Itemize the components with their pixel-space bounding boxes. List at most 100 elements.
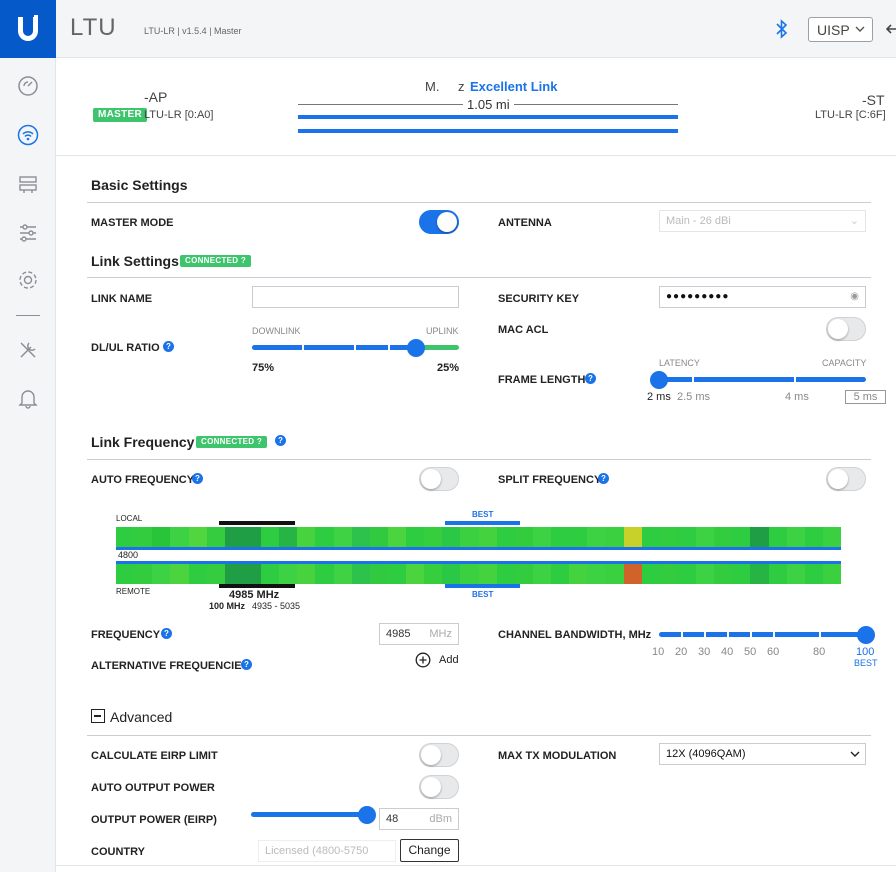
frame-option-5ms[interactable]: 5 ms xyxy=(845,390,886,404)
sliders-icon[interactable] xyxy=(14,219,42,247)
help-icon[interactable]: ? xyxy=(275,435,286,446)
channel-bandwidth-label: CHANNEL BANDWIDTH, MHz xyxy=(498,629,652,641)
network-icon[interactable] xyxy=(14,170,42,198)
mac-acl-toggle[interactable] xyxy=(826,317,866,341)
max-tx-modulation-select[interactable]: 12X (4096QAM) xyxy=(659,743,866,765)
sidebar-divider xyxy=(16,315,40,316)
spectrum-segment xyxy=(714,564,733,584)
link-name-input[interactable] xyxy=(252,286,459,308)
help-icon[interactable]: ? xyxy=(585,373,596,384)
logout-icon[interactable] xyxy=(884,20,896,43)
antenna-select[interactable]: Main - 26 dBi ⌄ xyxy=(659,210,866,232)
spectrum-segment xyxy=(116,527,135,547)
advanced-title[interactable]: Advanced xyxy=(110,709,172,725)
spectrum-segment xyxy=(587,527,606,547)
slider-thumb[interactable] xyxy=(857,626,875,644)
uisp-label: UISP xyxy=(817,22,850,38)
help-icon[interactable]: ? xyxy=(192,473,203,484)
auto-frequency-toggle[interactable] xyxy=(419,467,459,491)
axis-start-label: 4800 xyxy=(118,550,139,560)
change-country-button[interactable]: Change xyxy=(400,839,459,862)
bluetooth-icon[interactable] xyxy=(775,18,789,45)
spectrum-segment xyxy=(641,564,660,584)
dlul-ratio-slider[interactable] xyxy=(252,339,459,357)
mac-acl-label: MAC ACL xyxy=(498,324,549,336)
slider-thumb[interactable] xyxy=(650,371,668,389)
help-icon[interactable]: ? xyxy=(241,659,252,670)
dlul-ratio-label: DL/UL RATIO xyxy=(91,342,160,354)
slider-thumb[interactable] xyxy=(407,339,425,357)
spectrum-segment xyxy=(641,527,660,547)
tools-icon[interactable] xyxy=(14,336,42,364)
best-label-remote: BEST xyxy=(472,590,494,599)
spectrum-segment xyxy=(333,564,352,584)
bw-option[interactable]: 50 xyxy=(744,646,756,658)
frequency-range: 4935 - 5035 xyxy=(252,601,301,611)
slider-thumb[interactable] xyxy=(358,806,376,824)
divider xyxy=(87,202,871,203)
local-spectrum-bar[interactable] xyxy=(116,527,841,547)
spectrum-segment xyxy=(152,564,171,584)
gear-icon[interactable] xyxy=(14,266,42,294)
output-power-slider[interactable] xyxy=(251,806,377,824)
spectrum-segment xyxy=(242,564,261,584)
remote-spectrum-bar[interactable] xyxy=(116,564,841,584)
collapse-icon[interactable] xyxy=(91,709,105,723)
bw-option[interactable]: 60 xyxy=(767,646,779,658)
bw-option[interactable]: 40 xyxy=(721,646,733,658)
country-label: COUNTRY xyxy=(91,846,145,858)
auto-output-power-label: AUTO OUTPUT POWER xyxy=(91,782,215,794)
country-select: Licensed (4800-5750 xyxy=(258,840,396,862)
ubiquiti-logo[interactable] xyxy=(0,0,56,58)
app-name: LTU xyxy=(70,14,117,41)
spectrum-segment xyxy=(170,564,189,584)
bw-option[interactable]: 20 xyxy=(675,646,687,658)
add-frequency-button[interactable]: Add xyxy=(415,652,460,670)
remote-device-name: -ST xyxy=(862,92,885,108)
spectrum-segment xyxy=(696,527,715,547)
spectrum-segment xyxy=(442,564,461,584)
remote-device-model: LTU-LR [C:6F] xyxy=(815,109,886,121)
spectrum-segment xyxy=(242,527,261,547)
uisp-dropdown[interactable]: UISP xyxy=(808,17,873,42)
help-icon[interactable]: ? xyxy=(598,473,609,484)
bw-option[interactable]: 30 xyxy=(698,646,710,658)
slider-track xyxy=(251,812,371,817)
spectrum-segment xyxy=(623,564,642,584)
link-status: Excellent Link xyxy=(470,79,558,94)
spectrum-segment xyxy=(369,564,388,584)
wireless-icon[interactable] xyxy=(14,121,42,149)
spectrum-segment xyxy=(188,527,207,547)
eirp-limit-toggle[interactable] xyxy=(419,743,459,767)
frequency-input[interactable]: 4985 MHz xyxy=(379,623,459,645)
connected-badge: CONNECTED ? xyxy=(180,255,252,267)
master-mode-toggle[interactable] xyxy=(419,210,459,234)
eye-icon[interactable]: ◉ xyxy=(850,287,860,307)
help-icon[interactable]: ? xyxy=(161,628,172,639)
frame-option-2-5ms[interactable]: 2.5 ms xyxy=(677,391,710,403)
bw-option[interactable]: 10 xyxy=(652,646,664,658)
frame-length-slider[interactable] xyxy=(650,371,866,389)
frame-length-label: FRAME LENGTH xyxy=(498,374,586,386)
best-marker-local xyxy=(445,521,520,525)
spectrum-segment xyxy=(406,564,425,584)
link-status-suffix: z xyxy=(458,79,465,94)
version-info: LTU-LR | v1.5.4 | Master xyxy=(144,26,242,36)
bw-best-label: BEST xyxy=(854,658,878,668)
auto-output-power-toggle[interactable] xyxy=(419,775,459,799)
help-icon[interactable]: ? xyxy=(163,341,174,352)
bell-icon[interactable] xyxy=(14,384,42,412)
bw-option[interactable]: 80 xyxy=(813,646,825,658)
bw-option-selected[interactable]: 100 xyxy=(856,646,874,658)
auto-frequency-label: AUTO FREQUENCY xyxy=(91,474,195,486)
channel-bandwidth-slider[interactable] xyxy=(657,626,876,644)
security-key-input[interactable]: ●●●●●●●●● ◉ xyxy=(659,286,866,308)
channel-marker-remote xyxy=(219,584,295,588)
channel-marker-local xyxy=(219,521,295,525)
frame-option-2ms[interactable]: 2 ms xyxy=(647,391,671,403)
output-power-input[interactable]: 48 dBm xyxy=(379,808,459,830)
frame-option-4ms[interactable]: 4 ms xyxy=(785,391,809,403)
split-frequency-toggle[interactable] xyxy=(826,467,866,491)
dashboard-icon[interactable] xyxy=(14,72,42,100)
antenna-label: ANTENNA xyxy=(498,217,552,229)
